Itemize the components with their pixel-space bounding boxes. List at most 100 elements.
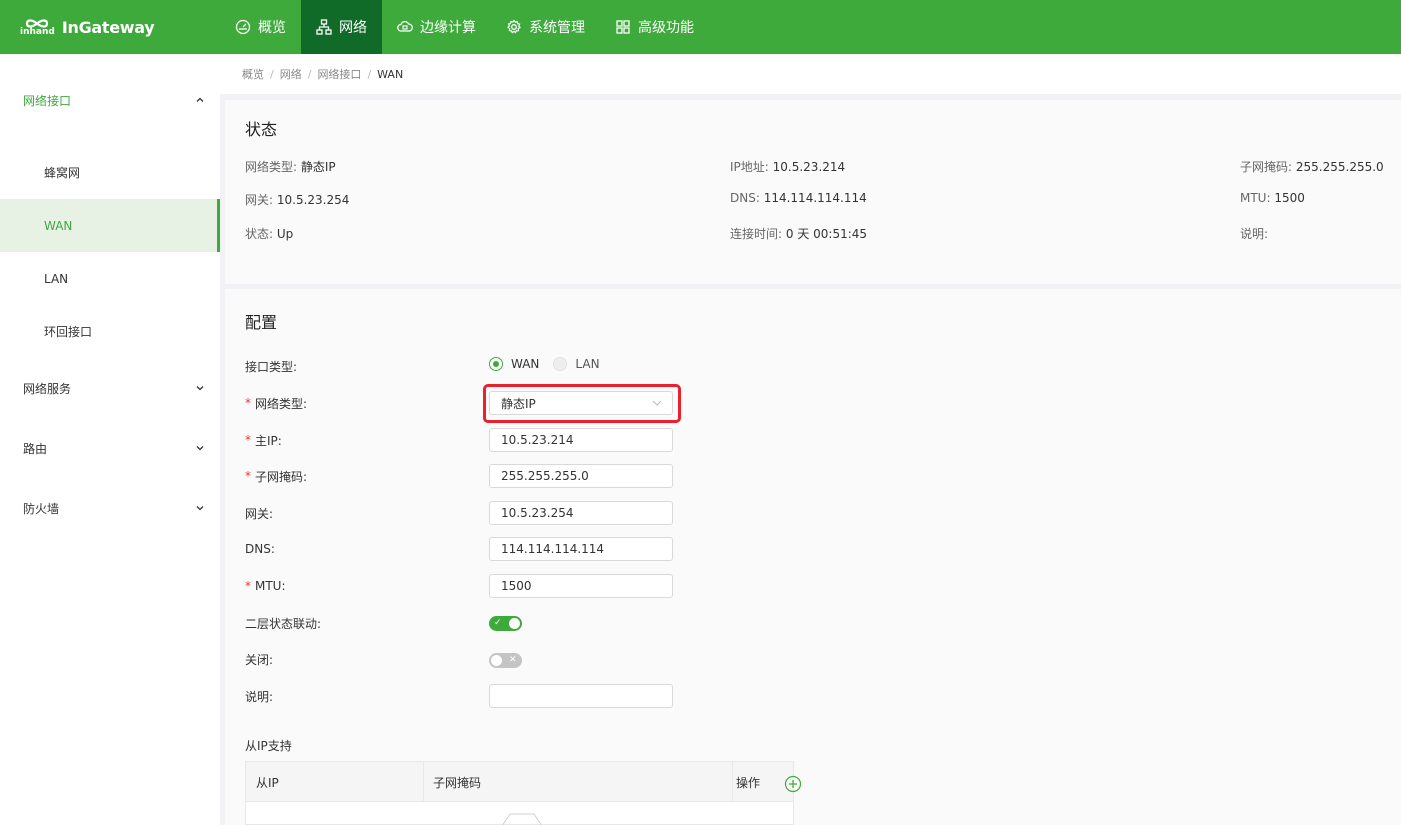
primary-ip-label: * 主IP: — [245, 429, 282, 451]
status-ip-address: IP地址: 10.5.23.214 — [730, 160, 846, 174]
primary-ip-input[interactable]: 10.5.23.214 — [489, 428, 673, 452]
required-mark: * — [245, 433, 251, 447]
logo-small-text: inhand — [20, 26, 55, 37]
mtu-label: * MTU: — [245, 575, 286, 597]
l2-link-toggle[interactable]: ✓ — [489, 616, 522, 631]
sidebar-group-routing[interactable]: 路由 — [0, 418, 220, 478]
status-dns: DNS: 114.114.114.114 — [730, 191, 867, 205]
description-input[interactable] — [489, 684, 673, 708]
field-label: 子网掩码: — [255, 469, 308, 484]
sidebar-item-label: LAN — [44, 271, 69, 286]
interface-type-radio-group: WAN LAN — [489, 357, 614, 371]
gateway-input[interactable]: 10.5.23.254 — [489, 501, 673, 525]
sidebar: 网络接口 蜂窝网 WAN LAN 环回接口 网络服务 路由 防火墙 — [0, 54, 220, 825]
config-title: 配置 — [245, 313, 278, 332]
shutdown-toggle[interactable]: ✕ — [489, 653, 522, 668]
sidebar-group-label: 路由 — [23, 441, 48, 456]
sidebar-group-label: 防火墙 — [23, 501, 60, 516]
nav-item-network[interactable]: 网络 — [301, 0, 382, 54]
field-label: 关闭: — [245, 652, 274, 667]
status-label: 说明 — [1240, 227, 1265, 241]
toggle-knob — [509, 618, 520, 629]
brand-logo[interactable]: inhand InGateway — [0, 0, 220, 54]
required-mark: * — [245, 396, 251, 410]
netmask-label: * 子网掩码: — [245, 465, 307, 487]
status-description: 说明: — [1240, 227, 1269, 241]
status-card: 状态 网络类型: 静态IP IP地址: 10.5.23.214 子网掩码: 25… — [225, 100, 1401, 284]
nav-item-edge-computing[interactable]: 边缘计算 — [382, 0, 491, 54]
field-label: 网络类型: — [255, 396, 308, 411]
breadcrumb-current: WAN — [377, 67, 404, 81]
status-label: 连接时间 — [730, 227, 779, 241]
field-label: 主IP: — [255, 433, 282, 448]
status-connect-time: 连接时间: 0 天 00:51:45 — [730, 227, 868, 241]
sidebar-item-cellular[interactable]: 蜂窝网 — [0, 146, 220, 199]
status-label: 状态 — [245, 227, 270, 241]
status-value: 10.5.23.254 — [276, 193, 350, 207]
add-circle-icon[interactable] — [784, 775, 802, 793]
chevron-down-icon — [196, 386, 204, 391]
nav-item-label: 概览 — [258, 20, 286, 36]
toggle-knob — [491, 655, 502, 666]
brand-name: InGateway — [61, 17, 155, 37]
sidebar-item-label: WAN — [44, 218, 73, 233]
sidebar-group-firewall[interactable]: 防火墙 — [0, 478, 220, 538]
nav-item-advanced[interactable]: 高级功能 — [600, 0, 709, 54]
column-header-actions: 操作 — [736, 775, 761, 790]
status-label: 子网掩码 — [1240, 160, 1289, 174]
breadcrumb-item[interactable]: 网络接口 — [317, 66, 361, 82]
field-label: 说明: — [245, 689, 274, 704]
mtu-input[interactable]: 1500 — [489, 574, 673, 598]
dns-label: DNS: — [245, 538, 275, 560]
status-label: 网络类型 — [245, 160, 294, 174]
nav-item-system-management[interactable]: 系统管理 — [491, 0, 600, 54]
description-label: 说明: — [245, 685, 273, 707]
nav-item-label: 高级功能 — [638, 20, 694, 36]
status-value: 114.114.114.114 — [763, 191, 867, 205]
field-label: 接口类型: — [245, 359, 298, 374]
column-header-secondary-ip: 从IP — [256, 775, 279, 790]
chevron-down-icon — [196, 446, 204, 451]
sidebar-group-network-interface[interactable]: 网络接口 — [0, 54, 220, 146]
interface-type-label: 接口类型: — [245, 355, 297, 377]
dns-input[interactable]: 114.114.114.114 — [489, 537, 673, 561]
radio-wan-label[interactable]: WAN — [511, 357, 539, 371]
field-label: 网关: — [245, 506, 274, 521]
field-label: DNS: — [245, 542, 275, 556]
sidebar-group-label: 网络服务 — [23, 381, 72, 396]
radio-lan-label[interactable]: LAN — [575, 357, 599, 371]
radio-lan[interactable] — [553, 357, 568, 371]
status-mtu: MTU: 1500 — [1240, 191, 1305, 205]
required-mark: * — [245, 579, 251, 593]
radio-wan[interactable] — [489, 357, 503, 371]
breadcrumb: 概览 / 网络 / 网络接口 / WAN — [220, 54, 1401, 94]
nav-item-overview[interactable]: 概览 — [220, 0, 301, 54]
breadcrumb-item[interactable]: 概览 — [242, 66, 264, 82]
network-type-select[interactable]: 静态IP — [489, 391, 673, 415]
status-value: 静态IP — [300, 160, 336, 174]
status-gateway: 网关: 10.5.23.254 — [245, 193, 350, 207]
status-label: DNS — [730, 191, 756, 205]
inhand-logo-icon: inhand — [20, 18, 55, 37]
top-navbar: inhand InGateway 概览 网络 边缘计算 系统管理 高级功能 — [0, 0, 1401, 54]
status-title: 状态 — [245, 120, 278, 139]
sidebar-item-label: 环回接口 — [44, 325, 93, 339]
sidebar-item-lan[interactable]: LAN — [0, 252, 220, 305]
network-icon — [316, 19, 332, 35]
chevron-up-icon — [196, 97, 204, 102]
sidebar-item-loopback[interactable]: 环回接口 — [0, 305, 220, 358]
sidebar-item-wan[interactable]: WAN — [0, 199, 220, 252]
table-header: 从IP 子网掩码 操作 — [246, 762, 793, 802]
netmask-input[interactable]: 255.255.255.0 — [489, 464, 673, 488]
sidebar-group-network-services[interactable]: 网络服务 — [0, 358, 220, 418]
status-value: 255.255.255.0 — [1295, 160, 1384, 174]
grid-apps-icon — [616, 20, 630, 34]
close-icon: ✕ — [509, 655, 517, 665]
breadcrumb-item[interactable]: 网络 — [280, 66, 302, 82]
gateway-label: 网关: — [245, 502, 273, 524]
status-value: 10.5.23.214 — [772, 160, 846, 174]
edge-computing-icon — [397, 20, 413, 32]
status-value: 0 天 00:51:45 — [785, 227, 868, 241]
dashboard-icon — [235, 19, 251, 35]
chevron-down-icon — [196, 506, 204, 511]
